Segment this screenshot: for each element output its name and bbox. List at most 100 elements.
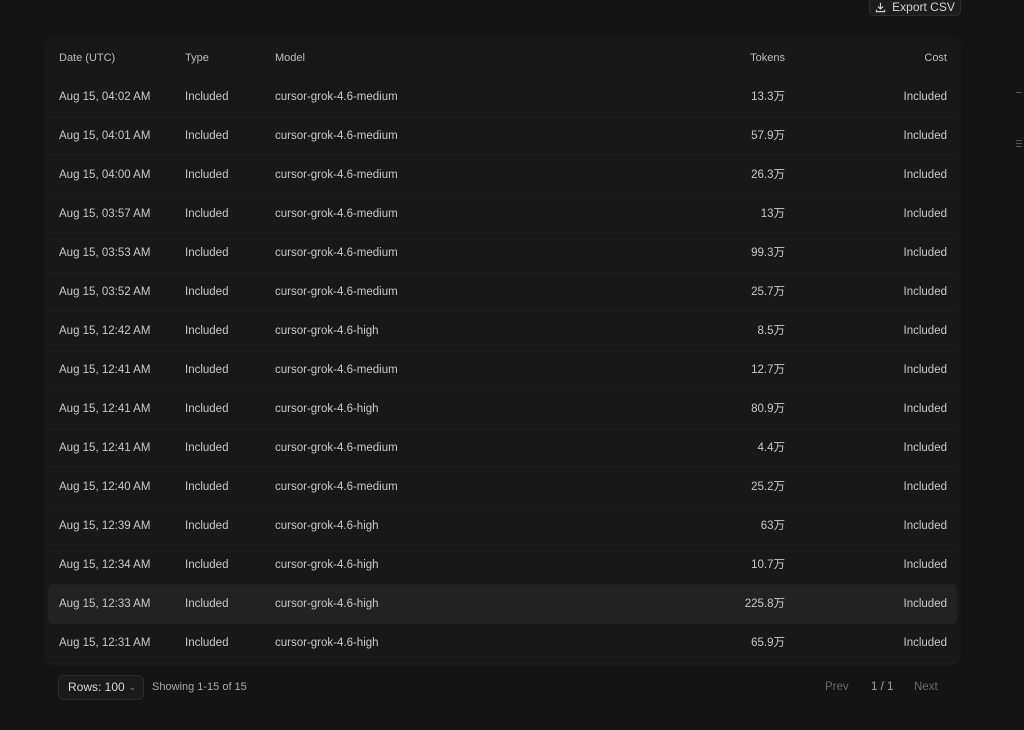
cell-model: cursor-grok-4.6-high (275, 403, 379, 415)
cell-date: Aug 15, 04:02 AM (59, 91, 151, 103)
cell-cost: Included (903, 403, 947, 415)
table-row[interactable]: Aug 15, 12:41 AM Included cursor-grok-4.6-… (48, 351, 957, 390)
cell-tokens: 26.3万 (751, 169, 785, 181)
table-row[interactable]: Aug 15, 04:01 AM Included cursor-grok-4.6-… (48, 117, 957, 156)
cell-cost: Included (903, 598, 947, 610)
cell-model: cursor-grok-4.6-medium (275, 247, 398, 259)
prev-page-button[interactable]: Prev (825, 675, 849, 700)
cell-date: Aug 15, 12:41 AM (59, 364, 151, 376)
cell-cost: Included (903, 247, 947, 259)
cell-date: Aug 15, 12:33 AM (59, 598, 151, 610)
cell-date: Aug 15, 12:42 AM (59, 325, 151, 337)
usage-page: Export CSV Date (UTC) Type Model Tokens … (0, 0, 1024, 730)
cell-type: Included (185, 91, 229, 103)
column-header-date[interactable]: Date (UTC) (59, 39, 115, 78)
showing-count: Showing 1-15 of 15 (152, 681, 247, 693)
cell-cost: Included (903, 364, 947, 376)
cell-tokens: 13万 (760, 208, 785, 220)
cell-date: Aug 15, 03:53 AM (59, 247, 151, 259)
table-row[interactable]: Aug 15, 12:34 AM Included cursor-grok-4.6-… (48, 546, 957, 585)
cell-type: Included (185, 520, 229, 532)
cell-model: cursor-grok-4.6-medium (275, 208, 398, 220)
table-row[interactable]: Aug 15, 12:39 AM Included cursor-grok-4.6-… (48, 507, 957, 546)
cell-tokens: 225.8万 (744, 598, 785, 610)
table-footer: Rows: 100 ⌄ Showing 1-15 of 15 Prev 1 / … (0, 672, 1024, 702)
table-row[interactable]: Aug 15, 03:53 AM Included cursor-grok-4.6-… (48, 234, 957, 273)
table-row[interactable]: Aug 15, 04:02 AM Included cursor-grok-4.6-… (48, 78, 957, 117)
cell-tokens: 4.4万 (757, 442, 786, 454)
cell-model: cursor-grok-4.6-medium (275, 169, 398, 181)
cell-cost: Included (903, 325, 947, 337)
cell-date: Aug 15, 12:41 AM (59, 403, 151, 415)
cell-type: Included (185, 403, 229, 415)
next-page-button[interactable]: Next (914, 675, 938, 700)
cell-type: Included (185, 364, 229, 376)
cell-type: Included (185, 559, 229, 571)
cell-model: cursor-grok-4.6-medium (275, 442, 398, 454)
table-header: Date (UTC) Type Model Tokens Cost (48, 39, 957, 78)
cell-type: Included (185, 247, 229, 259)
table-row[interactable]: Aug 15, 03:52 AM Included cursor-grok-4.6-… (48, 273, 957, 312)
export-csv-button[interactable]: Export CSV (869, 0, 961, 16)
cell-type: Included (185, 169, 229, 181)
cell-cost: Included (903, 481, 947, 493)
table-row[interactable]: Aug 15, 12:33 AM Included cursor-grok-4.6-… (48, 585, 957, 624)
rows-per-page-label: Rows: 100 (68, 680, 125, 694)
cell-model: cursor-grok-4.6-high (275, 637, 379, 649)
table-row[interactable]: Aug 15, 12:42 AM Included cursor-grok-4.6-… (48, 312, 957, 351)
cell-type: Included (185, 325, 229, 337)
download-icon (875, 2, 886, 12)
cell-date: Aug 15, 04:01 AM (59, 130, 151, 142)
cell-type: Included (185, 442, 229, 454)
cell-tokens: 99.3万 (751, 247, 785, 259)
column-header-type[interactable]: Type (185, 39, 209, 78)
scroll-edge-marks (1016, 92, 1024, 95)
cell-model: cursor-grok-4.6-medium (275, 286, 398, 298)
column-header-model[interactable]: Model (275, 39, 305, 78)
column-header-tokens[interactable]: Tokens (750, 39, 785, 78)
cell-cost: Included (903, 169, 947, 181)
rows-per-page-select[interactable]: Rows: 100 ⌄ (58, 675, 144, 700)
cell-type: Included (185, 208, 229, 220)
cell-cost: Included (903, 91, 947, 103)
cell-model: cursor-grok-4.6-medium (275, 364, 398, 376)
cell-date: Aug 15, 12:41 AM (59, 442, 151, 454)
cell-cost: Included (903, 130, 947, 142)
cell-model: cursor-grok-4.6-high (275, 520, 379, 532)
cell-type: Included (185, 637, 229, 649)
table-row[interactable]: Aug 15, 12:40 AM Included cursor-grok-4.6-… (48, 468, 957, 507)
cell-tokens: 80.9万 (751, 403, 785, 415)
table-row[interactable]: Aug 15, 03:57 AM Included cursor-grok-4.6-… (48, 195, 957, 234)
cell-type: Included (185, 286, 229, 298)
page-indicator: 1 / 1 (871, 681, 894, 693)
cell-type: Included (185, 598, 229, 610)
cell-cost: Included (903, 559, 947, 571)
cell-type: Included (185, 481, 229, 493)
cell-tokens: 25.2万 (751, 481, 785, 493)
cell-cost: Included (903, 637, 947, 649)
table-row[interactable]: Aug 15, 12:41 AM Included cursor-grok-4.6-… (48, 390, 957, 429)
cell-model: cursor-grok-4.6-high (275, 598, 379, 610)
cell-date: Aug 15, 12:31 AM (59, 637, 151, 649)
cell-model: cursor-grok-4.6-medium (275, 91, 398, 103)
scroll-edge-marks (1016, 140, 1024, 149)
cell-date: Aug 15, 12:34 AM (59, 559, 151, 571)
cell-cost: Included (903, 208, 947, 220)
cell-tokens: 13.3万 (751, 91, 785, 103)
column-header-cost[interactable]: Cost (924, 39, 947, 78)
cell-model: cursor-grok-4.6-high (275, 325, 379, 337)
cell-tokens: 8.5万 (757, 325, 786, 337)
table-row[interactable]: Aug 15, 12:41 AM Included cursor-grok-4.6-… (48, 429, 957, 468)
cell-cost: Included (903, 442, 947, 454)
chevron-down-icon: ⌄ (128, 682, 136, 692)
cell-date: Aug 15, 03:57 AM (59, 208, 151, 220)
export-csv-label: Export CSV (892, 0, 955, 14)
cell-date: Aug 15, 03:52 AM (59, 286, 151, 298)
cell-date: Aug 15, 12:40 AM (59, 481, 151, 493)
cell-model: cursor-grok-4.6-medium (275, 481, 398, 493)
table-row[interactable]: Aug 15, 12:31 AM Included cursor-grok-4.6-… (48, 624, 957, 663)
cell-type: Included (185, 130, 229, 142)
cell-tokens: 63万 (760, 520, 785, 532)
table-row[interactable]: Aug 15, 04:00 AM Included cursor-grok-4.6-… (48, 156, 957, 195)
cell-cost: Included (903, 520, 947, 532)
